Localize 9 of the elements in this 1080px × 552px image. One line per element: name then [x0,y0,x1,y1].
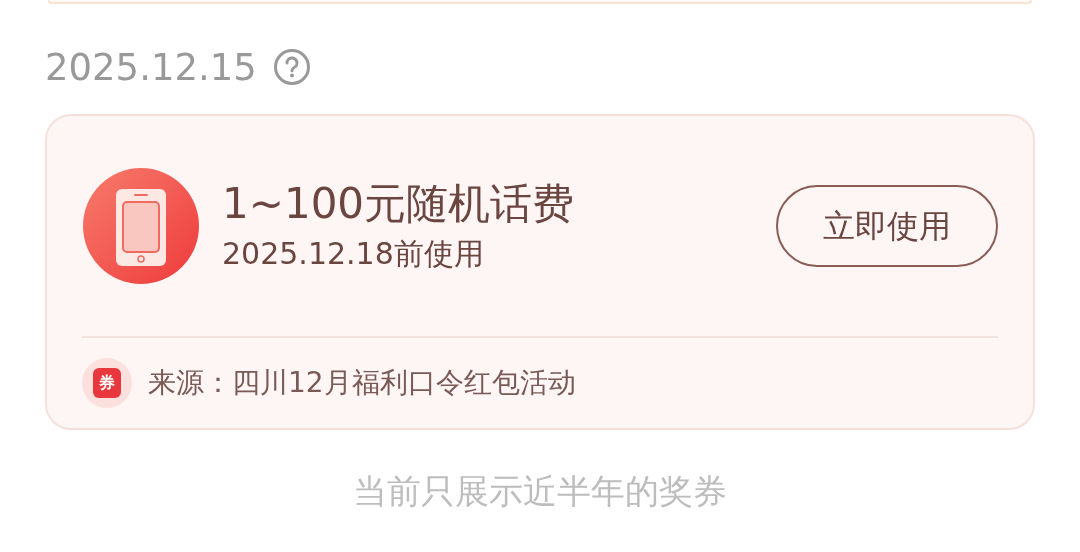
footer-note: 当前只展示近半年的奖券 [353,474,727,508]
use-now-button[interactable]: 立即使用 [776,185,998,267]
coupon-icon: 券 [82,358,132,408]
source-text: 来源：四川12月福利口令红包活动 [148,369,576,397]
expiry-date: 2025.12.18前使用 [222,239,485,269]
date-label: 2025.12.15 [45,48,257,86]
phone-icon [82,167,200,285]
help-icon[interactable] [272,48,311,86]
voucher-title: 1~100元随机话费 [222,183,576,225]
